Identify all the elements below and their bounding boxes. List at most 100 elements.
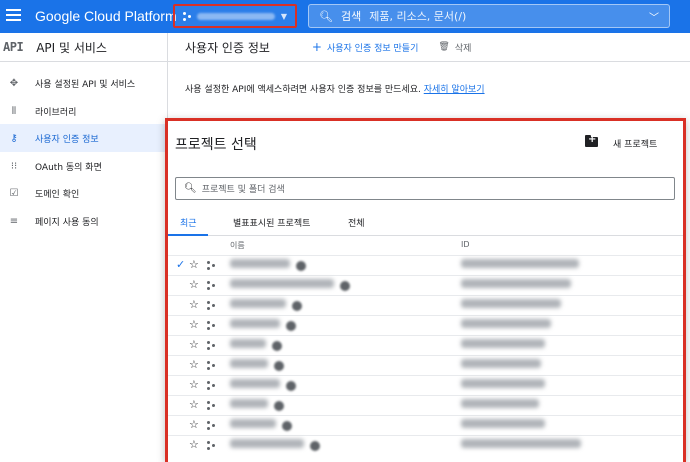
- page-header: 사용자 인증 정보 + 사용자 인증 정보 만들기 🗑︎ 삭제: [168, 33, 690, 62]
- project-id: [461, 339, 545, 348]
- sidebar-item-label: 라이브러리: [35, 107, 77, 118]
- chevron-down-icon[interactable]: ﹀: [649, 9, 659, 24]
- search-placeholder: 제품, 리소스, 문서(/): [369, 10, 467, 23]
- column-header-name: 이름: [230, 241, 245, 250]
- project-icon: [207, 361, 215, 370]
- create-credentials-button[interactable]: + 사용자 인증 정보 만들기: [312, 40, 418, 54]
- sidebar-item-label: 사용 설정된 API 및 서비스: [35, 79, 136, 90]
- project-row[interactable]: ☆: [168, 275, 683, 295]
- star-icon[interactable]: ☆: [189, 438, 199, 451]
- search-placeholder: 프로젝트 및 폴더 검색: [201, 185, 285, 195]
- sidebar-item-label: 도메인 확인: [35, 189, 80, 200]
- project-row[interactable]: ☆: [168, 335, 683, 355]
- help-icon[interactable]: [272, 341, 282, 351]
- project-id: [461, 299, 561, 308]
- project-icon: [207, 421, 215, 430]
- project-icon: [207, 281, 215, 290]
- page-usage-icon: ≡: [9, 215, 19, 227]
- sidebar-item-credentials[interactable]: ⚷ 사용자 인증 정보: [0, 124, 168, 152]
- new-folder-icon[interactable]: [585, 134, 598, 147]
- sidebar-item-enabled-apis[interactable]: ✥ 사용 설정된 API 및 서비스: [0, 69, 168, 97]
- help-icon[interactable]: [296, 261, 306, 271]
- help-icon[interactable]: [292, 301, 302, 311]
- main-menu-icon[interactable]: [6, 9, 21, 22]
- sidebar-item-domain-verification[interactable]: ☑ 도메인 확인: [0, 179, 168, 207]
- star-icon[interactable]: ☆: [189, 398, 199, 411]
- search-icon: 🔍︎: [184, 183, 197, 194]
- sidebar-item-oauth-consent[interactable]: ⁝⁝ OAuth 동의 화면: [0, 152, 168, 180]
- help-icon[interactable]: [286, 381, 296, 391]
- search-label: 검색: [340, 10, 362, 23]
- page-title: 사용자 인증 정보: [185, 40, 270, 55]
- library-icon: ⦀: [11, 105, 17, 117]
- project-name: [230, 339, 266, 348]
- dropdown-arrow-icon: ▼: [280, 12, 287, 21]
- delete-label: 삭제: [454, 43, 472, 54]
- star-icon[interactable]: ☆: [189, 338, 199, 351]
- product-name[interactable]: Google Cloud Platform: [35, 8, 177, 24]
- star-icon[interactable]: ☆: [189, 258, 199, 271]
- sidebar: ✥ 사용 설정된 API 및 서비스 ⦀ 라이브러리 ⚷ 사용자 인증 정보 ⁝…: [0, 62, 168, 462]
- project-id: [461, 359, 541, 368]
- star-icon[interactable]: ☆: [189, 378, 199, 391]
- project-row[interactable]: ☆: [168, 295, 683, 315]
- help-icon[interactable]: [274, 361, 284, 371]
- project-icon: [207, 301, 215, 310]
- key-icon: ⚷: [10, 132, 18, 144]
- project-name: [230, 299, 286, 308]
- project-id: [461, 319, 551, 328]
- sidebar-item-page-usage[interactable]: ≡ 페이지 사용 동의: [0, 207, 168, 235]
- project-icon: [207, 341, 215, 350]
- star-icon[interactable]: ☆: [189, 358, 199, 371]
- sidebar-item-library[interactable]: ⦀ 라이브러리: [0, 97, 168, 125]
- global-search-bar[interactable]: 🔍︎ 검색 제품, 리소스, 문서(/) ﹀: [308, 4, 670, 28]
- star-icon[interactable]: ☆: [189, 278, 199, 291]
- project-row[interactable]: ☆: [168, 435, 683, 455]
- project-picker-button[interactable]: ▼: [173, 4, 297, 28]
- create-credentials-label: 사용자 인증 정보 만들기: [326, 43, 419, 54]
- tab-all[interactable]: 전체: [348, 216, 365, 229]
- project-id: [461, 399, 539, 408]
- project-name: [230, 359, 268, 368]
- project-name: [230, 399, 268, 408]
- help-icon[interactable]: [286, 321, 296, 331]
- project-row[interactable]: ☆: [168, 415, 683, 435]
- star-icon[interactable]: ☆: [189, 418, 199, 431]
- project-id: [461, 419, 545, 428]
- project-row[interactable]: ☆: [168, 355, 683, 375]
- active-tab-indicator: [168, 234, 208, 236]
- help-icon[interactable]: [310, 441, 320, 451]
- project-row[interactable]: ✓ ☆: [168, 255, 683, 275]
- description-text: 사용 설정한 API에 액세스하려면 사용자 인증 정보를 만드세요.: [185, 85, 421, 95]
- project-name: [230, 379, 280, 388]
- project-search-input[interactable]: 🔍︎ 프로젝트 및 폴더 검색: [175, 177, 675, 200]
- tab-recent[interactable]: 최근: [180, 216, 197, 229]
- project-row[interactable]: ☆: [168, 395, 683, 415]
- project-icon: [207, 401, 215, 410]
- delete-button[interactable]: 🗑︎ 삭제: [438, 41, 471, 54]
- domain-verification-icon: ☑: [9, 187, 19, 199]
- tab-starred[interactable]: 별표표시된 프로젝트: [233, 216, 310, 229]
- project-id: [461, 259, 579, 268]
- project-row[interactable]: ☆: [168, 375, 683, 395]
- project-icon: [207, 441, 215, 450]
- search-icon: 🔍︎: [319, 9, 333, 23]
- new-project-button[interactable]: 새 프로젝트: [613, 137, 657, 150]
- help-icon[interactable]: [340, 281, 350, 291]
- project-icon: [207, 321, 215, 330]
- credentials-description: 사용 설정한 API에 액세스하려면 사용자 인증 정보를 만드세요. 자세히 …: [185, 82, 485, 95]
- check-icon: ✓: [176, 258, 186, 271]
- star-icon[interactable]: ☆: [189, 318, 199, 331]
- project-id: [461, 439, 581, 448]
- project-row[interactable]: ☆: [168, 315, 683, 335]
- project-icon: [207, 261, 215, 270]
- plus-icon: +: [311, 40, 322, 54]
- project-icon: [207, 381, 215, 390]
- star-icon[interactable]: ☆: [189, 298, 199, 311]
- trash-icon: 🗑︎: [438, 42, 450, 52]
- project-name: [230, 439, 304, 448]
- help-icon[interactable]: [282, 421, 292, 431]
- help-icon[interactable]: [274, 401, 284, 411]
- sidebar-item-label: OAuth 동의 화면: [35, 162, 102, 173]
- learn-more-link[interactable]: 자세히 알아보기: [424, 85, 485, 95]
